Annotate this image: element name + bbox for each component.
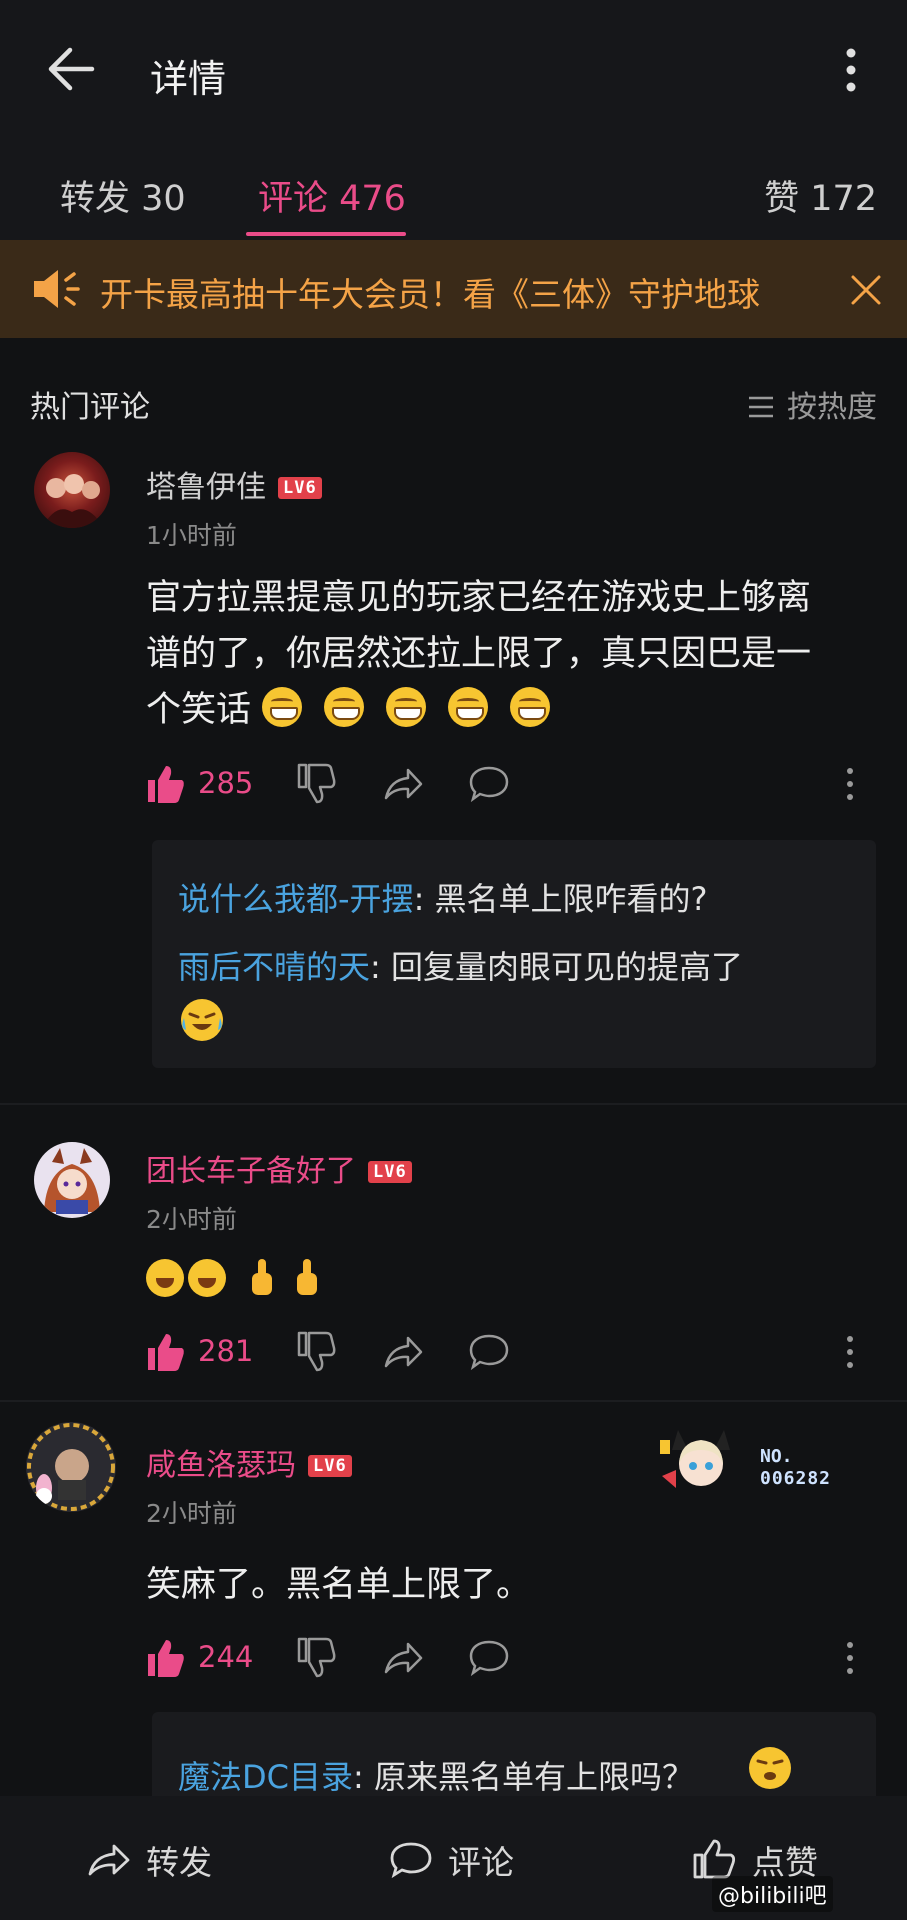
bottom-comment-button[interactable]: 评论 [388, 1836, 514, 1884]
grin-emoji-icon [386, 687, 427, 727]
comment-text [146, 1252, 886, 1308]
dislike-icon[interactable] [296, 762, 336, 806]
share-icon [88, 1844, 130, 1876]
more-options-icon[interactable] [844, 1636, 856, 1680]
rofl-emoji-icon [146, 1259, 184, 1297]
avatar[interactable] [34, 452, 110, 528]
watermark: @bilibili吧 [712, 1876, 833, 1912]
banner-text: 开卡最高抽十年大会员！看《三体》守护地球 [100, 275, 760, 314]
hot-comments-title: 热门评论 [30, 390, 150, 425]
like-count: 281 [198, 1334, 254, 1368]
cry-laugh-emoji-icon [181, 999, 223, 1041]
comment-username[interactable]: 塔鲁伊佳 LV6 [146, 462, 322, 506]
grin-emoji-icon [448, 687, 489, 727]
tab-comments[interactable]: 评论 476 [258, 170, 406, 221]
top-bar [0, 0, 907, 140]
reply-item: 魔法DC目录: 原来黑名单有上限吗？ [178, 1758, 694, 1796]
more-options-icon[interactable] [844, 762, 856, 806]
reply-icon[interactable] [468, 1636, 510, 1680]
like-icon[interactable] [146, 1636, 186, 1680]
dislike-icon[interactable] [296, 1636, 336, 1680]
close-icon[interactable] [850, 274, 882, 306]
comment-username[interactable]: 咸鱼洛瑟玛 LV6 [146, 1440, 352, 1484]
badge-no: NO. [760, 1446, 793, 1467]
avatar[interactable] [26, 1422, 116, 1512]
reply-username[interactable]: 说什么我都-开摆 [178, 880, 414, 918]
reply-icon[interactable] [468, 1330, 510, 1374]
comment-actions: 244 [146, 1636, 866, 1686]
fan-badge: NO. 006282 [658, 1420, 858, 1502]
grin-emoji-icon [262, 687, 303, 727]
comment-icon [390, 1842, 432, 1879]
sort-label: 按热度 [787, 390, 877, 425]
sort-lines-icon [749, 396, 773, 418]
tab-repost[interactable]: 转发 30 [60, 170, 186, 221]
comment-text: 官方拉黑提意见的玩家已经在游戏史上够离 谱的了，你居然还拉上限了，真只因巴是一 … [146, 578, 812, 730]
reply-preview-box[interactable]: 说什么我都-开摆: 黑名单上限咋看的? 雨后不晴的天: 回复量肉眼可见的提高了 [152, 840, 876, 1068]
level-badge: LV6 [368, 1161, 412, 1183]
reply-icon[interactable] [468, 762, 510, 806]
tab-likes[interactable]: 赞 172 [764, 170, 877, 221]
comment-text: 笑麻了。黑名单上限了。 [146, 1565, 532, 1605]
reply-username[interactable]: 魔法DC目录 [178, 1758, 353, 1796]
comment-username[interactable]: 团长车子备好了 LV6 [146, 1146, 412, 1190]
avatar[interactable] [34, 1142, 110, 1218]
more-options-icon[interactable] [844, 1330, 856, 1374]
middle-finger-emoji-icon [297, 1259, 318, 1295]
comment-divider [0, 1400, 907, 1402]
comment-actions: 285 [146, 762, 866, 812]
like-count: 244 [198, 1640, 254, 1674]
page-title: 详情 [150, 57, 227, 101]
share-icon[interactable] [382, 762, 424, 806]
sort-control[interactable]: 按热度 [747, 382, 877, 426]
comment-time: 1小时前 [146, 521, 237, 550]
thinking-emoji-icon [749, 1747, 791, 1789]
bottom-repost-button[interactable]: 转发 [86, 1836, 212, 1884]
grin-emoji-icon [510, 687, 551, 727]
share-icon[interactable] [382, 1330, 424, 1374]
like-icon [693, 1839, 736, 1879]
comment-time: 2小时前 [146, 1499, 237, 1528]
level-badge: LV6 [308, 1455, 352, 1477]
middle-finger-emoji-icon [252, 1259, 273, 1295]
share-icon[interactable] [382, 1636, 424, 1680]
avatar-image-icon [27, 1423, 115, 1511]
active-tab-indicator [246, 232, 406, 236]
avatar-image-icon [44, 1148, 100, 1214]
bottom-comment-label: 评论 [448, 1843, 514, 1882]
bottom-repost-label: 转发 [146, 1843, 212, 1882]
back-arrow-icon[interactable] [46, 46, 96, 92]
like-icon[interactable] [146, 1330, 186, 1374]
like-count: 285 [198, 766, 254, 800]
badge-number: 006282 [760, 1468, 832, 1489]
avatar-image-icon [42, 474, 104, 528]
comment-time: 2小时前 [146, 1205, 237, 1234]
dislike-icon[interactable] [296, 1330, 336, 1374]
level-badge: LV6 [278, 477, 322, 499]
like-icon[interactable] [146, 762, 186, 806]
speaker-icon [34, 270, 80, 308]
reply-preview-box[interactable]: 魔法DC目录: 原来黑名单有上限吗？ [152, 1712, 876, 1796]
reply-item: 说什么我都-开摆: 黑名单上限咋看的? [178, 880, 708, 918]
more-options-icon[interactable] [836, 45, 866, 95]
badge-character-icon [660, 1430, 730, 1488]
reply-username[interactable]: 雨后不晴的天 [178, 948, 370, 986]
grin-emoji-icon [324, 687, 365, 727]
rofl-emoji-icon [188, 1259, 226, 1297]
reply-item: 雨后不晴的天: 回复量肉眼可见的提高了 [178, 948, 743, 986]
comment-divider [0, 1103, 907, 1105]
comment-actions: 281 [146, 1330, 866, 1380]
